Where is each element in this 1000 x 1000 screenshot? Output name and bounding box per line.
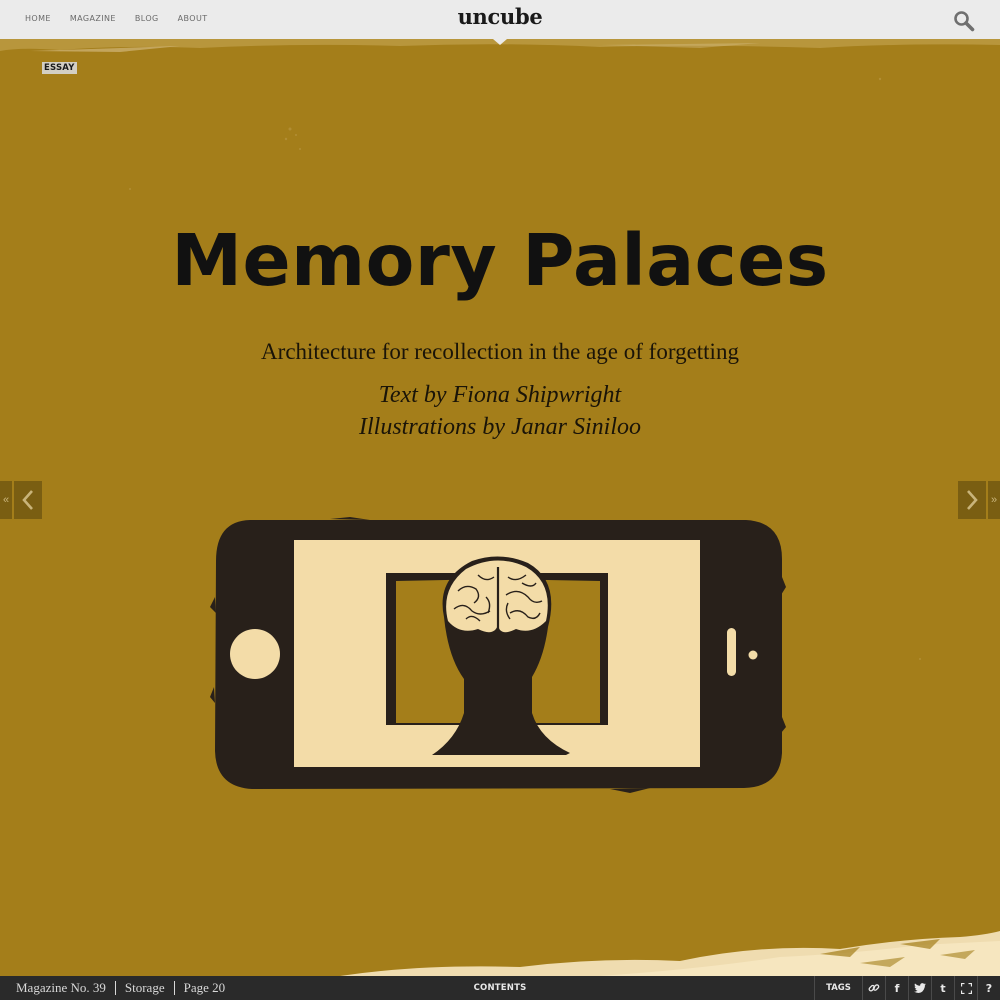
top-navigation-bar: HOME MAGAZINE BLOG ABOUT uncube — [0, 0, 1000, 39]
search-icon — [954, 11, 975, 32]
last-page-button[interactable]: » — [988, 481, 1000, 519]
breadcrumb-section[interactable]: Storage — [114, 981, 174, 995]
chevron-left-icon — [22, 490, 33, 510]
breadcrumb: Magazine No. 39 Storage Page 20 — [16, 981, 234, 995]
link-button[interactable] — [862, 976, 885, 1000]
fullscreen-button[interactable] — [954, 976, 977, 1000]
first-page-button[interactable]: « — [0, 481, 12, 519]
twitter-icon — [914, 983, 926, 993]
search-button[interactable] — [953, 10, 975, 32]
next-page-button[interactable] — [958, 481, 986, 519]
phone-brain-illustration — [210, 517, 786, 793]
logo-pointer — [493, 39, 507, 45]
help-button[interactable]: ? — [977, 976, 1000, 1000]
bottom-bar: Magazine No. 39 Storage Page 20 CONTENTS… — [0, 976, 1000, 1000]
twitter-share-button[interactable] — [908, 976, 931, 1000]
paper-texture — [0, 39, 1000, 976]
previous-page-button[interactable] — [14, 481, 42, 519]
illustrator-byline: Illustrations by Janar Siniloo — [359, 414, 641, 440]
article-subtitle: Architecture for recollection in the age… — [261, 339, 739, 364]
site-logo[interactable]: uncube — [0, 4, 1000, 29]
author-byline: Text by Fiona Shipwright — [378, 382, 622, 408]
tumblr-share-button[interactable]: t — [931, 976, 954, 1000]
breadcrumb-page: Page 20 — [173, 981, 235, 995]
category-badge[interactable]: ESSAY — [42, 62, 77, 74]
breadcrumb-magazine[interactable]: Magazine No. 39 — [16, 981, 115, 995]
article-title: Memory Palaces — [171, 219, 829, 302]
fullscreen-icon — [960, 982, 972, 994]
chevron-right-icon — [967, 490, 978, 510]
article-hero: ESSAY Memory Palaces Architecture for re… — [0, 39, 1000, 976]
tags-button[interactable]: TAGS — [814, 976, 862, 1000]
contents-button[interactable]: CONTENTS — [460, 983, 540, 993]
facebook-share-button[interactable]: f — [885, 976, 908, 1000]
toolbar: TAGS f t ? — [814, 976, 1000, 1000]
link-icon — [868, 984, 880, 992]
